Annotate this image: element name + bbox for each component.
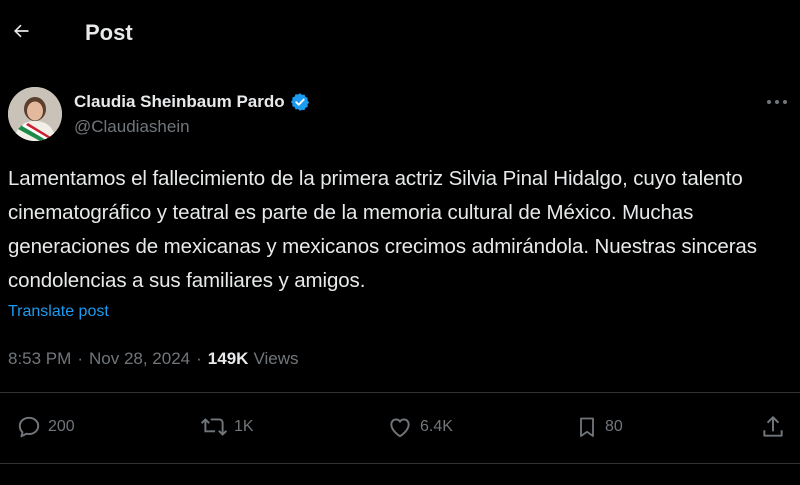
meta-separator: ·: [196, 349, 202, 368]
reply-count: 200: [48, 418, 75, 435]
top-bar: Post: [0, 0, 800, 68]
verified-badge-icon: [290, 93, 309, 111]
repost-button[interactable]: 1K: [200, 414, 254, 440]
reply-icon: [18, 416, 40, 438]
avatar[interactable]: [8, 87, 62, 141]
share-icon: [763, 416, 783, 437]
divider-bottom: [0, 463, 800, 464]
more-dots-icon: [767, 100, 787, 104]
name-line: Claudia Sheinbaum Pardo: [74, 92, 310, 112]
bookmark-icon: [580, 417, 594, 437]
bookmark-count: 80: [605, 418, 623, 435]
page-title: Post: [85, 20, 133, 45]
repost-icon: [200, 418, 228, 436]
repost-count: 1K: [234, 418, 254, 435]
author-handle[interactable]: @Claudiashein: [74, 117, 190, 137]
action-bar: 200 1K 6.4K 80: [0, 404, 800, 454]
author-name[interactable]: Claudia Sheinbaum Pardo: [74, 92, 285, 112]
author-row: Claudia Sheinbaum Pardo @Claudiashein: [8, 87, 792, 145]
like-button[interactable]: 6.4K: [386, 414, 453, 440]
avatar-image: [8, 87, 62, 141]
divider-top: [0, 392, 800, 393]
post-meta: 8:53 PM · Nov 28, 2024 · 149K Views: [8, 349, 298, 369]
post-date[interactable]: Nov 28, 2024: [89, 349, 190, 369]
views-label: Views: [253, 349, 299, 368]
arrow-left-icon: [14, 24, 29, 38]
reply-button[interactable]: 200: [16, 414, 75, 440]
post-text: Lamentamos el fallecimiento de la primer…: [8, 167, 757, 292]
post-time[interactable]: 8:53 PM: [8, 349, 71, 369]
more-options-button[interactable]: [762, 91, 792, 113]
back-button[interactable]: [4, 14, 38, 48]
translate-post-link[interactable]: Translate post: [8, 303, 109, 321]
like-count: 6.4K: [420, 418, 453, 435]
views-count: 149K: [207, 349, 249, 368]
share-button[interactable]: [760, 414, 786, 440]
bookmark-button[interactable]: 80: [575, 414, 623, 440]
heart-icon: [390, 418, 410, 438]
meta-separator: ·: [77, 349, 83, 368]
